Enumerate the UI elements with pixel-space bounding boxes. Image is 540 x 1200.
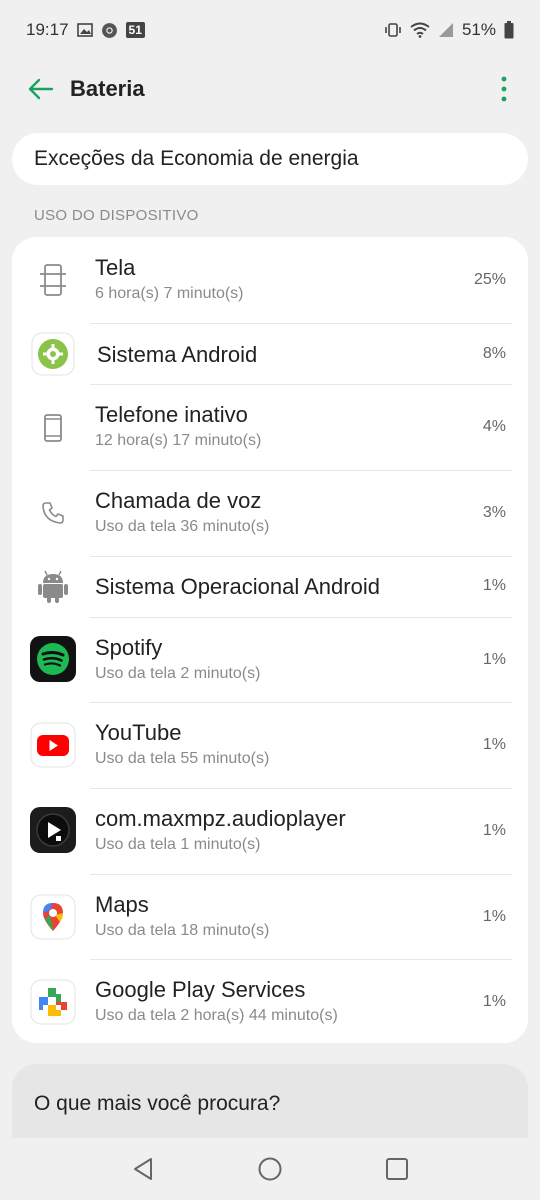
vibrate-icon	[384, 22, 402, 38]
usage-item-percent: 25%	[473, 271, 506, 288]
usage-item-percent: 8%	[482, 345, 506, 362]
usage-item-detail: Uso da tela 36 minuto(s)	[95, 518, 270, 535]
usage-item-percent: 4%	[482, 418, 506, 435]
battery-percent: 51%	[461, 20, 496, 39]
battery-icon	[504, 21, 514, 39]
power-saving-exceptions[interactable]: Exceções da Economia de energia	[12, 133, 528, 185]
navigation-bar	[0, 1138, 540, 1200]
usage-item-name: Tela	[95, 255, 136, 280]
usage-item-name: Maps	[95, 892, 149, 917]
usage-item-maps[interactable]: Maps Uso da tela 18 minuto(s) 1%	[12, 875, 528, 959]
usage-item-sistema-operacional-android[interactable]: Sistema Operacional Android 1%	[12, 557, 528, 617]
more-vert-icon	[501, 76, 507, 102]
usage-item-google-play-services[interactable]: Google Play Services Uso da tela 2 hora(…	[12, 960, 528, 1043]
usage-item-detail: Uso da tela 55 minuto(s)	[95, 750, 270, 767]
page-title: Bateria	[70, 76, 145, 101]
status-left: 19:17 51	[26, 20, 145, 40]
phone-idle-icon	[30, 405, 76, 451]
power-saving-exceptions-label: Exceções da Economia de energia	[34, 147, 359, 170]
usage-item-detail: Uso da tela 1 minuto(s)	[95, 836, 261, 853]
notification-badge: 51	[125, 22, 145, 38]
usage-item-youtube[interactable]: YouTube Uso da tela 55 minuto(s) 1%	[12, 703, 528, 788]
nav-home-button[interactable]	[250, 1149, 290, 1189]
chrome-notification-icon	[101, 22, 118, 39]
usage-item-detail: Uso da tela 2 hora(s) 44 minuto(s)	[95, 1007, 338, 1024]
usage-item-spotify[interactable]: Spotify Uso da tela 2 minuto(s) 1%	[12, 618, 528, 702]
usage-item-percent: 1%	[482, 651, 506, 668]
wifi-icon	[410, 22, 430, 38]
usage-item-chamada-de-voz[interactable]: Chamada de voz Uso da tela 36 minuto(s) …	[12, 471, 528, 556]
usage-item-tela[interactable]: Tela 6 hora(s) 7 minuto(s) 25%	[12, 237, 528, 323]
spotify-icon	[30, 636, 76, 682]
triangle-back-icon	[134, 1158, 153, 1180]
usage-item-name: Chamada de voz	[95, 488, 262, 513]
usage-item-percent: 1%	[482, 908, 506, 925]
more-search-label: O que mais você procura?	[34, 1092, 281, 1115]
android-system-gear-icon	[30, 331, 76, 377]
usage-item-percent: 1%	[482, 577, 506, 594]
nav-back-button[interactable]	[123, 1149, 163, 1189]
android-robot-icon	[30, 564, 76, 610]
gallery-notification-icon	[76, 22, 93, 38]
usage-item-telefone-inativo[interactable]: Telefone inativo 12 hora(s) 17 minuto(s)…	[12, 385, 528, 470]
section-label-device-usage: USO DO DISPOSITIVO	[34, 207, 199, 224]
usage-item-name: Sistema Operacional Android	[95, 574, 380, 599]
status-right: 51%	[384, 20, 514, 40]
usage-item-sistema-android[interactable]: Sistema Android 8%	[12, 324, 528, 384]
usage-item-detail: 6 hora(s) 7 minuto(s)	[95, 285, 244, 302]
usage-item-name: Sistema Android	[97, 342, 258, 367]
usage-item-detail: Uso da tela 18 minuto(s)	[95, 922, 270, 939]
usage-item-percent: 1%	[482, 993, 506, 1010]
signal-icon	[438, 22, 454, 38]
usage-item-percent: 1%	[482, 736, 506, 753]
usage-item-detail: 12 hora(s) 17 minuto(s)	[95, 432, 262, 449]
usage-item-name: Telefone inativo	[95, 402, 248, 427]
usage-list: Tela 6 hora(s) 7 minuto(s) 25% Sistema A…	[12, 237, 528, 1043]
play-services-icon	[30, 979, 76, 1025]
poweramp-icon	[30, 807, 76, 853]
arrow-back-icon	[28, 78, 54, 100]
app-bar: Bateria	[0, 60, 540, 118]
status-bar: 19:17 51 51%	[0, 0, 540, 60]
usage-item-audioplayer[interactable]: com.maxmpz.audioplayer Uso da tela 1 min…	[12, 789, 528, 874]
more-search-card[interactable]: O que mais você procura?	[12, 1064, 528, 1144]
usage-item-name: Google Play Services	[95, 977, 306, 1002]
usage-item-name: Spotify	[95, 635, 163, 660]
back-button[interactable]	[24, 72, 58, 106]
usage-item-percent: 3%	[482, 504, 506, 521]
nav-recents-button[interactable]	[377, 1149, 417, 1189]
status-time: 19:17	[26, 20, 69, 39]
screen-icon	[30, 257, 76, 303]
usage-item-name: com.maxmpz.audioplayer	[95, 806, 346, 831]
usage-item-detail: Uso da tela 2 minuto(s)	[95, 665, 261, 682]
more-options-button[interactable]	[492, 72, 516, 106]
square-recents-icon	[385, 1158, 408, 1180]
usage-item-name: YouTube	[95, 720, 182, 745]
youtube-icon	[30, 722, 76, 768]
circle-home-icon	[258, 1157, 282, 1181]
usage-item-percent: 1%	[482, 822, 506, 839]
phone-call-icon	[30, 490, 76, 536]
maps-icon	[30, 894, 76, 940]
